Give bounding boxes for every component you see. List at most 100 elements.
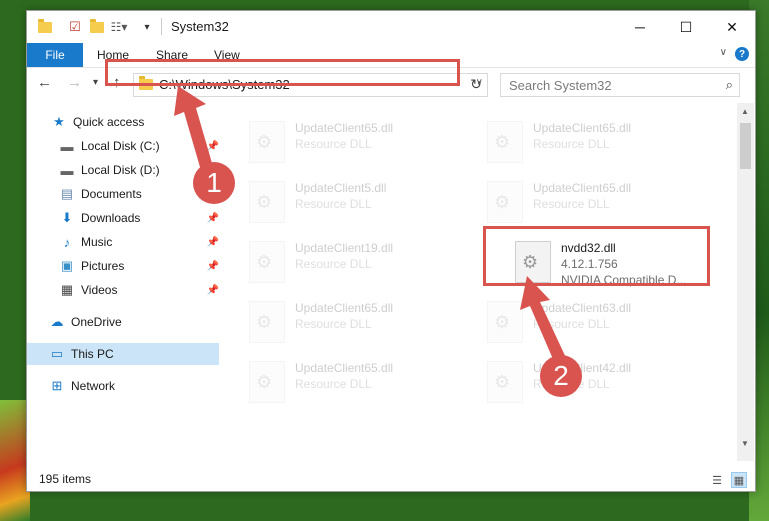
file-item[interactable]: UpdateClient65.dll Resource DLL: [245, 297, 475, 349]
title-divider: [161, 18, 162, 35]
tab-share[interactable]: Share: [156, 48, 188, 62]
file-item[interactable]: UpdateClient5.dll Resource DLL: [245, 177, 475, 229]
sidebar-item-network[interactable]: ⊞ Network: [27, 375, 219, 397]
file-type: Resource DLL: [295, 257, 372, 271]
customize-quick-access-icon[interactable]: ☷▾: [111, 19, 128, 35]
file-name: UpdateClient65.dll: [295, 301, 394, 315]
file-type: Resource DLL: [295, 197, 372, 211]
large-icons-view-icon[interactable]: ▦: [731, 472, 747, 488]
status-bar: 195 items ☰ ▦: [27, 469, 755, 491]
network-icon: ⊞: [51, 378, 63, 393]
sidebar-item-pictures[interactable]: ▣ Pictures 📌: [27, 255, 219, 277]
star-icon: ★: [53, 114, 65, 129]
title-bar: ☑ ☷▾ ▾ System32 ─ ☐ ✕: [27, 11, 755, 43]
tab-view[interactable]: View: [214, 48, 240, 62]
dll-file-icon: [487, 181, 523, 223]
sidebar-item-label: Quick access: [73, 115, 145, 129]
vertical-scrollbar[interactable]: ▲ ▼: [737, 103, 754, 461]
file-name: UpdateClient65.dll: [295, 121, 394, 135]
file-type: Resource DLL: [533, 197, 610, 211]
tab-home[interactable]: Home: [97, 48, 129, 62]
pictures-icon: ▣: [60, 258, 74, 273]
refresh-button[interactable]: ↻: [466, 74, 486, 94]
up-button[interactable]: ↑: [113, 74, 121, 91]
dll-file-icon: [249, 361, 285, 403]
file-list: UpdateClient65.dll Resource DLL UpdateCl…: [245, 103, 735, 453]
file-item[interactable]: UpdateClient65.dll Resource DLL: [483, 117, 713, 169]
file-item-nvdd32[interactable]: nvdd32.dll 4.12.1.756 NVIDIA Compatible …: [511, 237, 735, 289]
chevron-down-icon[interactable]: ▾: [139, 19, 155, 35]
scroll-down-icon[interactable]: ▼: [741, 439, 749, 448]
sidebar-item-documents[interactable]: ▤ Documents: [27, 183, 219, 205]
sidebar-item-this-pc[interactable]: ▭ This PC: [27, 343, 219, 365]
file-name: UpdateClient63.dll: [533, 301, 632, 315]
sidebar-item-onedrive[interactable]: ☁ OneDrive: [27, 311, 219, 333]
file-name: UpdateClient65.dll: [533, 121, 632, 135]
search-box[interactable]: ⌕: [500, 73, 740, 97]
dll-file-icon: [249, 121, 285, 163]
step-1-badge: 1: [193, 162, 235, 204]
new-folder-icon[interactable]: [89, 18, 105, 35]
pc-icon: ▭: [50, 346, 64, 361]
search-input[interactable]: [507, 77, 711, 94]
sidebar-item-label: Documents: [81, 187, 142, 201]
step-2-badge: 2: [540, 355, 582, 397]
folder-icon: [37, 18, 53, 35]
dll-file-icon: [515, 241, 551, 283]
scrollbar-thumb[interactable]: [740, 123, 751, 169]
close-button[interactable]: ✕: [709, 11, 755, 43]
file-description: NVIDIA Compatible D...: [561, 273, 687, 287]
properties-icon[interactable]: ☑: [67, 19, 83, 35]
drive-icon: ▬: [60, 162, 74, 178]
address-path[interactable]: C:\Windows\System32: [159, 77, 290, 92]
scroll-up-icon[interactable]: ▲: [741, 107, 749, 116]
sidebar-item-label: OneDrive: [71, 315, 122, 329]
item-count: 195 items: [39, 472, 92, 486]
sidebar-item-label: Downloads: [81, 211, 141, 225]
expand-ribbon-icon[interactable]: ∨: [720, 47, 727, 58]
back-button[interactable]: ←: [37, 74, 52, 91]
sidebar-item-label: Local Disk (C:): [81, 139, 160, 153]
explorer-window: ☑ ☷▾ ▾ System32 ─ ☐ ✕ File Home Share Vi…: [26, 10, 756, 492]
file-item[interactable]: UpdateClient65.dll Resource DLL: [483, 177, 713, 229]
file-item[interactable]: UpdateClient42.dll Resource DLL: [483, 357, 713, 409]
sidebar-item-quick-access[interactable]: ★ Quick access: [27, 111, 219, 133]
sidebar-item-local-disk-c[interactable]: ▬ Local Disk (C:) 📌: [27, 135, 220, 157]
sidebar-item-videos[interactable]: ▦ Videos 📌: [27, 279, 219, 301]
search-icon: ⌕: [725, 77, 733, 92]
sidebar-item-local-disk-d[interactable]: ▬ Local Disk (D:): [27, 159, 219, 181]
pin-icon: 📌: [206, 236, 219, 248]
sidebar-item-downloads[interactable]: ⬇ Downloads 📌: [27, 207, 219, 229]
ribbon-tabs: File Home Share View ∨ ?: [27, 43, 755, 68]
folder-icon: [139, 76, 153, 90]
sidebar-item-music[interactable]: ♪ Music 📌: [27, 231, 219, 253]
dll-file-icon: [249, 301, 285, 343]
file-item[interactable]: UpdateClient65.dll Resource DLL: [245, 357, 475, 409]
file-item[interactable]: UpdateClient63.dll Resource DLL: [483, 297, 713, 349]
recent-locations-button[interactable]: ▾: [93, 77, 98, 88]
dll-file-icon: [487, 361, 523, 403]
file-type: Resource DLL: [295, 137, 372, 151]
file-item[interactable]: UpdateClient19.dll Resource DLL: [245, 237, 475, 289]
drive-icon: ▬: [60, 138, 74, 154]
address-bar[interactable]: C:\Windows\System32 ∨: [133, 73, 488, 97]
file-version: 4.12.1.756: [561, 257, 618, 271]
dll-file-icon: [487, 301, 523, 343]
forward-button[interactable]: →: [67, 74, 82, 91]
window-title: System32: [171, 19, 229, 34]
pin-icon: 📌: [206, 260, 219, 272]
navigation-bar: ← → ▾ ↑ C:\Windows\System32 ∨ ↻ ⌕: [27, 68, 755, 100]
maximize-button[interactable]: ☐: [663, 11, 709, 43]
sidebar-item-label: This PC: [71, 347, 114, 361]
file-type: Resource DLL: [295, 317, 372, 331]
file-name: UpdateClient5.dll: [295, 181, 387, 195]
help-icon[interactable]: ?: [735, 47, 749, 61]
file-item[interactable]: UpdateClient65.dll Resource DLL: [245, 117, 475, 169]
details-view-icon[interactable]: ☰: [709, 472, 725, 488]
minimize-button[interactable]: ─: [617, 11, 663, 43]
sidebar-item-label: Network: [71, 379, 116, 393]
tab-file[interactable]: File: [27, 43, 83, 67]
dll-file-icon: [249, 241, 285, 283]
file-type: Resource DLL: [533, 317, 610, 331]
pin-icon: 📌: [206, 140, 219, 152]
